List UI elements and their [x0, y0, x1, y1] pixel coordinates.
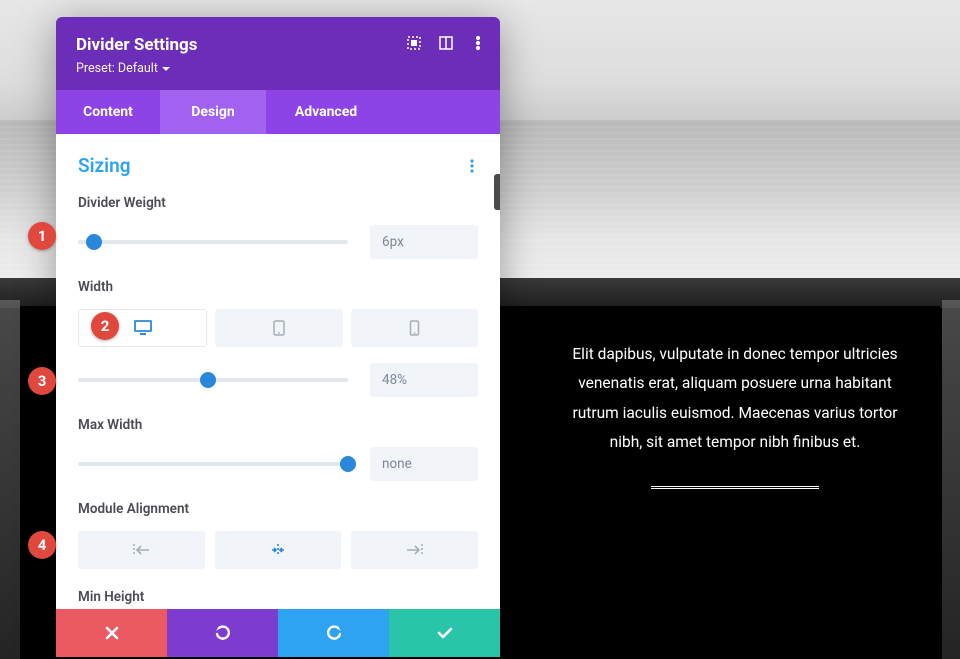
- check-icon: [437, 626, 453, 640]
- expand-icon[interactable]: [406, 35, 422, 51]
- slider-thumb[interactable]: [200, 372, 216, 388]
- align-center[interactable]: [215, 531, 342, 569]
- field-divider-weight: Divider Weight 6px: [78, 195, 478, 259]
- kebab-menu-icon[interactable]: [470, 35, 486, 51]
- tab-advanced[interactable]: Advanced: [266, 90, 386, 134]
- module-alignment-label: Module Alignment: [78, 501, 478, 517]
- section-heading[interactable]: Sizing: [78, 154, 478, 177]
- divider-weight-value[interactable]: 6px: [370, 225, 478, 259]
- callout-1: 1: [28, 222, 56, 250]
- undo-icon: [215, 625, 231, 641]
- width-label: Width: [78, 279, 478, 295]
- header-icons: [406, 35, 486, 51]
- panel-header: Divider Settings Preset: Default: [56, 17, 500, 90]
- min-height-label: Min Height: [78, 589, 478, 604]
- undo-button[interactable]: [167, 609, 278, 657]
- caret-down-icon: [162, 65, 170, 73]
- device-tab-tablet[interactable]: [215, 309, 342, 347]
- alignment-tabs: [78, 531, 478, 569]
- redo-icon: [326, 625, 342, 641]
- section-title-text: Sizing: [78, 154, 131, 177]
- width-slider[interactable]: [78, 370, 348, 390]
- field-width: Width 48%: [78, 279, 478, 397]
- field-module-alignment: Module Alignment: [78, 501, 478, 569]
- divider-weight-slider[interactable]: [78, 232, 348, 252]
- bg-side-left: [0, 300, 20, 659]
- device-tab-phone[interactable]: [351, 309, 478, 347]
- columns-icon[interactable]: [438, 35, 454, 51]
- slider-thumb[interactable]: [340, 456, 356, 472]
- cancel-button[interactable]: [56, 609, 167, 657]
- section-menu-icon[interactable]: [466, 155, 478, 177]
- max-width-label: Max Width: [78, 417, 478, 433]
- save-button[interactable]: [389, 609, 500, 657]
- preview-card: Elit dapibus, vulputate in donec tempor …: [565, 340, 905, 492]
- field-max-width: Max Width none: [78, 417, 478, 481]
- max-width-value[interactable]: none: [370, 447, 478, 481]
- settings-panel: Divider Settings Preset: Default Content…: [56, 17, 500, 657]
- redo-button[interactable]: [278, 609, 389, 657]
- preset-label: Preset: Default: [76, 61, 158, 76]
- slider-thumb[interactable]: [86, 234, 102, 250]
- panel-footer: [56, 609, 500, 657]
- close-icon: [105, 626, 119, 640]
- scrollbar-thumb[interactable]: [494, 174, 500, 210]
- device-tabs: [78, 309, 478, 347]
- callout-3: 3: [28, 367, 56, 395]
- align-right[interactable]: [351, 531, 478, 569]
- panel-body: Sizing Divider Weight 6px Width: [56, 134, 500, 604]
- divider-weight-label: Divider Weight: [78, 195, 478, 211]
- bg-side-right: [942, 300, 960, 659]
- tab-design[interactable]: Design: [160, 90, 266, 134]
- align-left[interactable]: [78, 531, 205, 569]
- max-width-slider[interactable]: [78, 454, 348, 474]
- tab-content[interactable]: Content: [56, 90, 160, 134]
- field-min-height: Min Height: [78, 589, 478, 604]
- tab-bar: Content Design Advanced: [56, 90, 500, 134]
- preview-text: Elit dapibus, vulputate in donec tempor …: [565, 340, 905, 458]
- preset-selector[interactable]: Preset: Default: [76, 61, 480, 76]
- width-value[interactable]: 48%: [370, 363, 478, 397]
- callout-2: 2: [91, 312, 119, 340]
- divider-preview: [651, 486, 819, 492]
- callout-4: 4: [28, 531, 56, 559]
